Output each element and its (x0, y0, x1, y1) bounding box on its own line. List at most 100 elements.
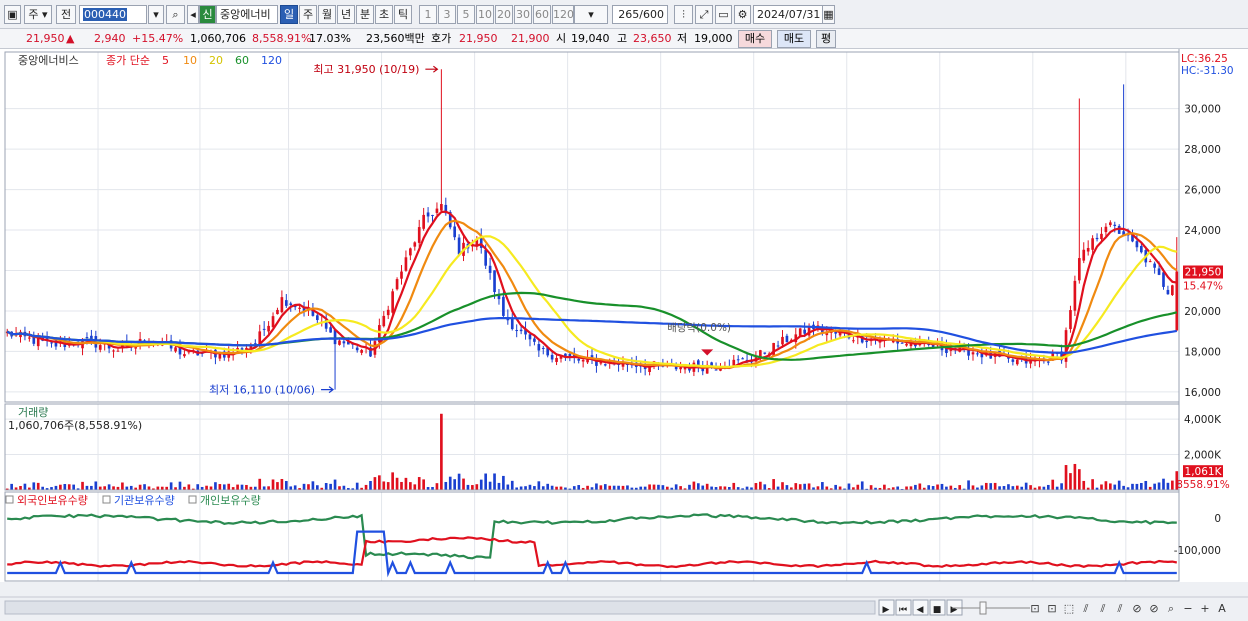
code-dropdown-icon[interactable]: ▾ (148, 5, 164, 24)
calendar-icon[interactable]: ▦ (822, 5, 835, 24)
chart-tool-icon-10: + (1200, 602, 1209, 615)
candle-body (1046, 361, 1050, 363)
candle-body (1011, 359, 1015, 362)
volume-bar (617, 485, 620, 490)
market-type-label: 주 (28, 8, 39, 21)
interval-button-30[interactable]: 30 (514, 5, 532, 24)
volume-bar (586, 485, 589, 490)
trade-amount: 23,560백만 (366, 32, 425, 45)
search-icon[interactable]: ⌕ (166, 5, 185, 24)
sell-button[interactable]: 매도 (777, 30, 811, 48)
candle-body (741, 358, 744, 360)
eval-button[interactable]: 평 (816, 30, 836, 48)
volume-bar (121, 482, 124, 490)
volume-bar (918, 483, 922, 490)
interval-button-3[interactable]: 3 (438, 5, 456, 24)
volume-bar (315, 485, 319, 490)
volume-bar (107, 484, 111, 490)
period-tab-2[interactable]: 월 (318, 5, 336, 24)
count-total: /600 (639, 8, 664, 21)
hc-label: HC:-31.30 (1181, 65, 1234, 77)
volume-bar (821, 482, 824, 490)
draw-tool-icon[interactable]: ⤢ (695, 5, 713, 24)
period-tab-0[interactable]: 일 (280, 5, 298, 24)
candle-body (798, 328, 802, 336)
volume-bar (32, 482, 36, 490)
candle-type-icon[interactable]: ⫶ (674, 5, 693, 24)
volume-bar (448, 476, 452, 490)
volume-bar (608, 485, 612, 490)
market-type-select[interactable]: 주 ▾ (24, 5, 52, 24)
count-field[interactable]: 265/600 (612, 5, 668, 24)
buy-button[interactable]: 매수 (738, 30, 772, 48)
candle-body (342, 341, 346, 344)
chart-background (0, 49, 1248, 621)
prev-button[interactable]: 전 (56, 5, 76, 24)
new-button[interactable]: 신 (199, 5, 216, 24)
volume-bar (940, 483, 944, 490)
volume-bar (329, 483, 332, 490)
volume-bar (444, 481, 448, 490)
period-tab-5[interactable]: 초 (375, 5, 393, 24)
interval-button-1[interactable]: 1 (419, 5, 437, 24)
interval-button-5[interactable]: 5 (457, 5, 475, 24)
volume-bar (759, 481, 762, 490)
period-tab-6[interactable]: 틱 (394, 5, 412, 24)
volume-bar (621, 485, 625, 490)
ask-price: 21,950 (459, 32, 498, 45)
gear-icon[interactable]: ⚙ (734, 5, 751, 24)
volume-bar (599, 485, 603, 490)
volume-bar (1131, 483, 1134, 490)
volume-bar (856, 484, 860, 490)
candle-body (382, 315, 386, 327)
chart-tool-icon-5: ⫽ (1117, 602, 1123, 615)
stock-chart[interactable]: 30,00028,00026,00024,00022,00020,00018,0… (0, 49, 1248, 621)
count-select[interactable]: ▾ (574, 5, 608, 24)
volume-bar (537, 481, 541, 490)
volume-bar (692, 481, 696, 490)
volume-bar (54, 485, 58, 490)
volume-bar (993, 482, 997, 490)
candle-body (1175, 271, 1179, 331)
interval-button-120[interactable]: 120 (552, 5, 574, 24)
volume-bar (674, 484, 678, 490)
volume-bar (1157, 482, 1161, 490)
price-tick-label: 28,000 (1184, 144, 1221, 156)
chart-tool-icon-11: A (1218, 602, 1226, 615)
volume-bar (657, 484, 660, 490)
volume-bar (905, 486, 908, 490)
ask-label: 호가 (431, 32, 452, 45)
nav-icon-3: ■ (933, 605, 942, 615)
volume-bar (984, 482, 988, 490)
stock-name-field[interactable]: 중앙에너비 (216, 5, 278, 24)
save-icon[interactable]: ▭ (715, 5, 732, 24)
volume-bar (914, 484, 917, 490)
period-tab-3[interactable]: 년 (337, 5, 355, 24)
interval-button-60[interactable]: 60 (533, 5, 551, 24)
period-tab-1[interactable]: 주 (299, 5, 317, 24)
volume-bar (1002, 486, 1006, 490)
volume-bar (222, 484, 226, 490)
volume-bar (936, 484, 939, 490)
volume-bar (324, 483, 328, 490)
candle-body (1166, 289, 1170, 295)
candle-body (262, 328, 266, 330)
candle-body (785, 335, 789, 343)
interval-button-20[interactable]: 20 (495, 5, 513, 24)
candle-body (772, 342, 775, 357)
volume-bar (989, 483, 993, 490)
volume-bar (400, 481, 403, 490)
candle-body (533, 338, 536, 342)
candle-body (1162, 272, 1165, 287)
interval-button-10[interactable]: 10 (476, 5, 494, 24)
speaker-icon[interactable]: ◂ (187, 5, 199, 24)
quote-bar: 21,950 ▲ 2,940 +15.47% 1,060,706 8,558.9… (0, 29, 1248, 49)
stock-code-input[interactable]: 000440 (79, 5, 147, 24)
volume-bar (236, 484, 239, 490)
volume-bar (794, 483, 798, 490)
window-icon[interactable]: ▣ (4, 5, 21, 24)
candle-body (1153, 263, 1156, 268)
period-tab-4[interactable]: 분 (356, 5, 374, 24)
chart-tool-icon-8: ⌕ (1168, 602, 1174, 615)
toolbar: ▣ 주 ▾ 전 000440 ▾ ⌕ ◂ 신 중앙에너비 ▾ 265/600 ⫶… (0, 0, 1248, 29)
